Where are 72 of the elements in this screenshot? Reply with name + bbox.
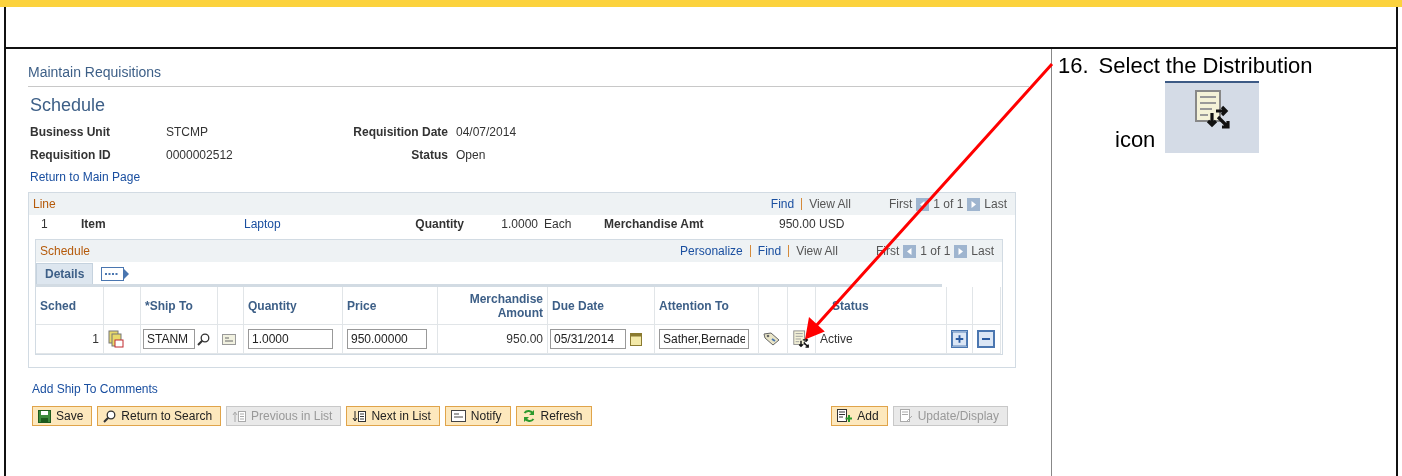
personalize-link[interactable]: Personalize (680, 244, 743, 258)
refresh-button[interactable]: Refresh (515, 406, 592, 426)
price-field[interactable]: 950.00000 (347, 329, 427, 349)
find-link[interactable]: Find (757, 244, 782, 258)
field-value: 04/07/2014 (456, 125, 518, 139)
step-number: 16. (1058, 53, 1089, 79)
ship-to-field[interactable]: STANM (143, 329, 195, 349)
notify-button[interactable]: Notify (444, 406, 511, 426)
find-link[interactable]: Find (770, 197, 795, 211)
last-label: Last (984, 197, 1007, 211)
field-label: Business Unit (30, 125, 111, 139)
field-label: Status (410, 148, 449, 162)
line-number: 1 (41, 217, 49, 231)
column-header: Price (343, 287, 438, 325)
calendar-icon[interactable] (630, 332, 642, 346)
field-value: 0000002512 (166, 148, 234, 162)
field-value: 950.00 USD (779, 217, 846, 231)
next-button[interactable]: Next in List (346, 406, 440, 426)
last-label: Last (971, 244, 994, 258)
attention-to-field[interactable]: Sather,Bernade (659, 329, 749, 349)
field-label: Requisition Date (352, 125, 449, 139)
quantity-field[interactable]: 1.0000 (248, 329, 333, 349)
page-count: 1 of 1 (933, 197, 964, 211)
field-label: Quantity (414, 217, 465, 231)
table-cell: 1 (36, 325, 104, 354)
field-label: Merchandise Amt (604, 217, 705, 231)
search-button[interactable]: Return to Search (97, 406, 222, 426)
field-value: Open (456, 148, 487, 162)
documents-icon[interactable] (108, 330, 124, 348)
field-value: STCMP (166, 125, 209, 139)
view-all-link[interactable]: View All (796, 244, 838, 258)
show-columns-icon[interactable] (101, 267, 132, 281)
step-text: Select the Distribution (1098, 53, 1313, 79)
save-button[interactable]: Save (32, 406, 93, 426)
field-value: 1.0000 (500, 217, 539, 231)
refresh-icon (521, 409, 536, 423)
page-icon (898, 409, 913, 423)
comments-link[interactable]: Add Ship To Comments (32, 382, 158, 396)
column-header: Merchandise Amount (438, 287, 548, 325)
section-title: Line (33, 197, 57, 211)
due-date-field[interactable]: 05/31/2014 (550, 329, 626, 349)
add-button[interactable]: Add (831, 406, 888, 426)
return-link[interactable]: Return to Main Page (30, 170, 141, 184)
step-text: icon (1115, 127, 1156, 153)
column-header: Sched (36, 287, 104, 325)
note-icon[interactable] (222, 333, 236, 345)
add-page-icon (837, 409, 853, 423)
column-header: Quantity (244, 287, 343, 325)
down-arrow-list-icon (352, 409, 367, 423)
tab[interactable]: Details (36, 263, 94, 284)
column-header: *Ship To (141, 287, 218, 325)
search-icon (197, 332, 210, 346)
item-link[interactable]: Laptop (244, 217, 364, 231)
view-all-link[interactable]: View All (809, 197, 851, 211)
field-value: Each (544, 217, 573, 231)
page-count: 1 of 1 (920, 244, 951, 258)
breadcrumb: Maintain Requisitions (28, 58, 1029, 87)
column-header: Due Date (548, 287, 655, 325)
minus-icon[interactable] (977, 330, 995, 348)
document-arrows-icon[interactable] (1192, 89, 1233, 129)
up-arrow-list-icon (232, 409, 247, 423)
search-icon (103, 409, 117, 423)
note-icon (450, 410, 466, 422)
table-cell: 950.00 (438, 325, 548, 354)
field-label: Requisition ID (30, 148, 112, 162)
first-label: First (888, 197, 913, 211)
plus-icon[interactable] (951, 330, 968, 348)
section-title: Schedule (40, 244, 92, 258)
page-title: Schedule (30, 95, 107, 116)
column-header: Attention To (655, 287, 759, 325)
tag-icon[interactable] (763, 332, 780, 346)
field-label: Item (81, 217, 107, 231)
